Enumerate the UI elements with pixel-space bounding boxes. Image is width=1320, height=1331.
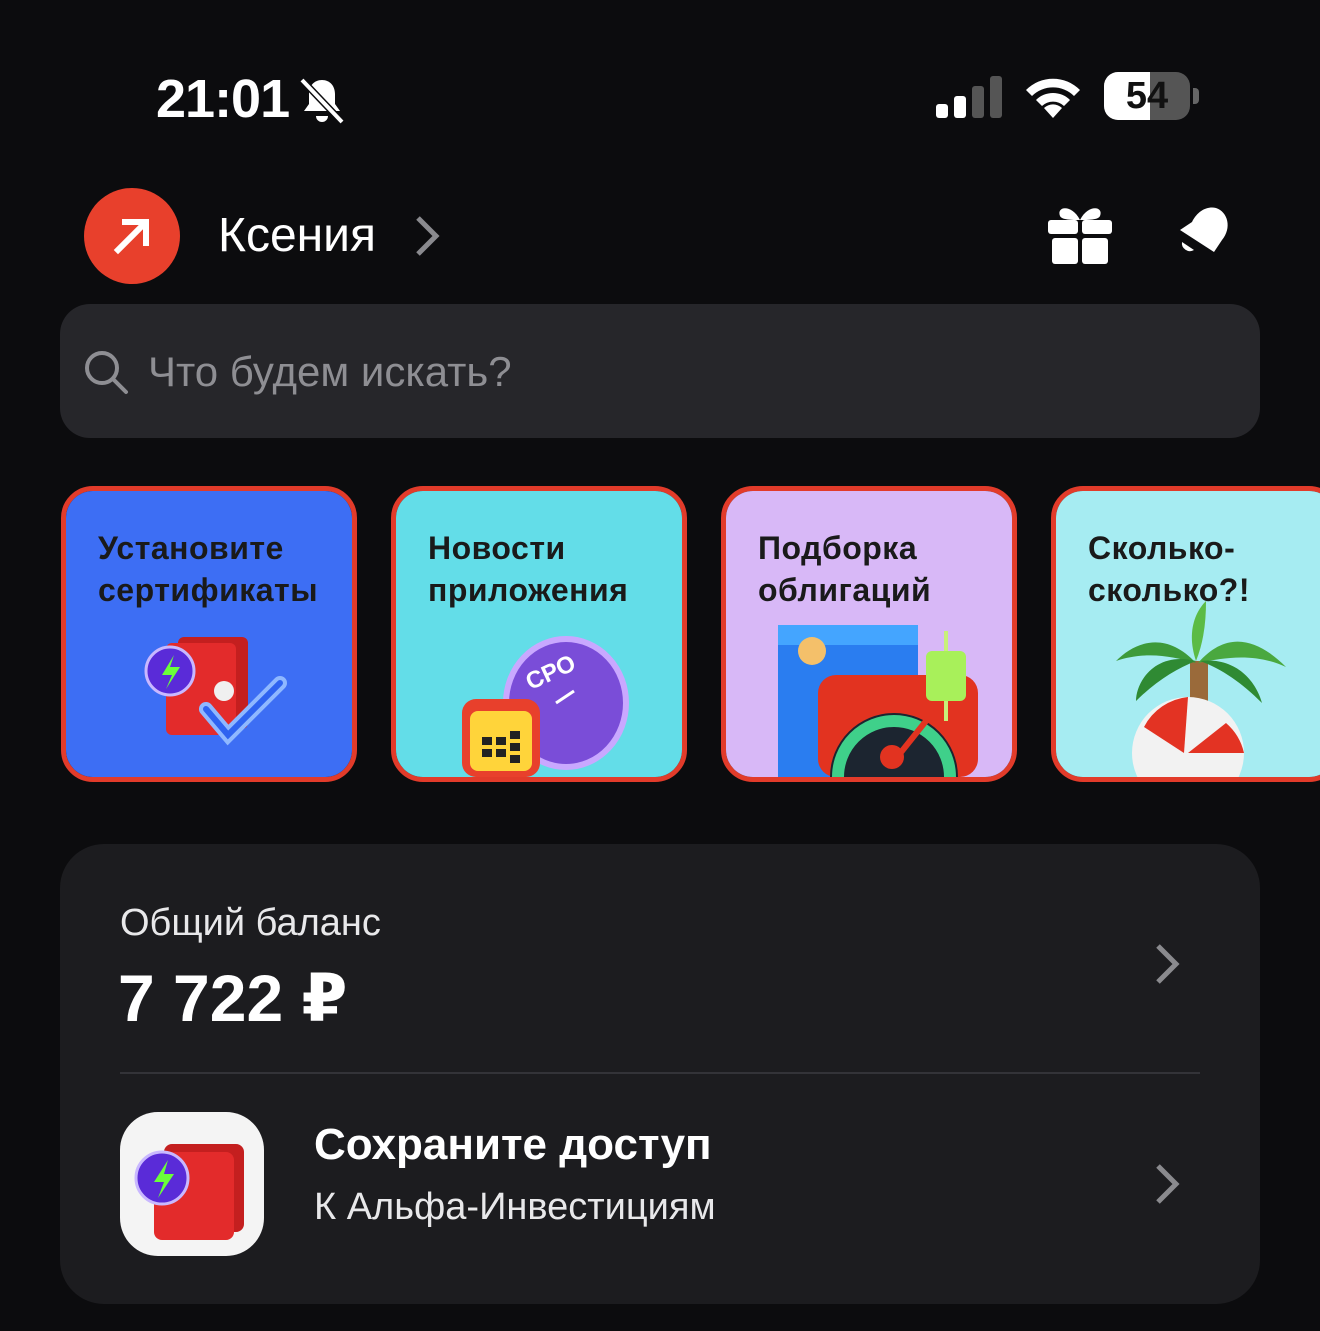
chevron-right-icon: [1156, 1164, 1180, 1204]
search-icon: [85, 351, 128, 394]
save-access-row[interactable]: Сохраните доступ К Альфа-Инвестициям: [60, 1074, 1260, 1304]
story-card-bonds[interactable]: Подборка облигаций: [721, 486, 1017, 782]
story-card-app-news[interactable]: СРО Новости приложения: [391, 486, 687, 782]
notifications-icon[interactable]: [1170, 202, 1234, 266]
search-input[interactable]: [146, 304, 1230, 440]
wifi-icon: [1026, 78, 1080, 118]
balance-value: 7 722 ₽: [118, 961, 348, 1035]
battery-percent: 54: [1125, 75, 1169, 117]
status-time: 21:01: [156, 69, 290, 129]
story-title: Сколько-сколько?!: [1088, 530, 1250, 608]
save-access-title: Сохраните доступ: [314, 1120, 712, 1169]
balance-label: Общий баланс: [120, 902, 381, 944]
chevron-right-icon: [1156, 944, 1180, 984]
alfa-investments-app-icon: [120, 1112, 264, 1256]
chevron-right-icon[interactable]: [412, 212, 442, 260]
save-access-subtitle: К Альфа-Инвестициям: [314, 1186, 716, 1228]
cellular-signal-icon: [936, 76, 1002, 118]
battery-icon: 54: [1104, 72, 1200, 122]
alfa-arrow-icon: [113, 219, 149, 255]
story-card-certificates[interactable]: Установите сертификаты: [61, 486, 357, 782]
profile-avatar[interactable]: [84, 188, 180, 284]
profile-name[interactable]: Ксения: [218, 208, 376, 263]
story-title: Подборка облигаций: [758, 530, 932, 608]
balance-panel: Общий баланс 7 722 ₽ Сохраните доступ К …: [60, 844, 1260, 1304]
story-card-how-much[interactable]: Сколько-сколько?!: [1051, 486, 1320, 782]
total-balance-row[interactable]: Общий баланс 7 722 ₽: [60, 844, 1260, 1072]
search-bar[interactable]: [60, 304, 1260, 440]
story-title: Новости приложения: [428, 530, 629, 608]
story-title: Установите сертификаты: [98, 530, 319, 608]
bell-off-icon: [299, 77, 345, 125]
gift-icon[interactable]: [1046, 200, 1114, 266]
